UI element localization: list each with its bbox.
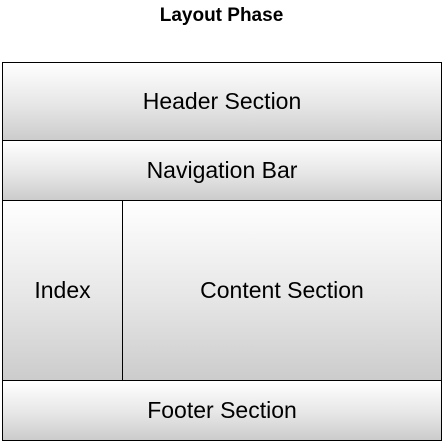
content-section-label: Content Section <box>200 277 364 303</box>
navigation-bar-label: Navigation Bar <box>146 157 298 183</box>
content-section-box: Content Section <box>122 200 442 381</box>
footer-section-label: Footer Section <box>147 397 297 423</box>
index-label: Index <box>34 277 91 303</box>
header-section-box: Header Section <box>2 62 442 141</box>
header-section-label: Header Section <box>142 88 302 114</box>
footer-section-box: Footer Section <box>2 380 442 441</box>
navigation-bar-box: Navigation Bar <box>2 140 442 201</box>
index-box: Index <box>2 200 123 381</box>
diagram-title: Layout Phase <box>159 5 284 26</box>
